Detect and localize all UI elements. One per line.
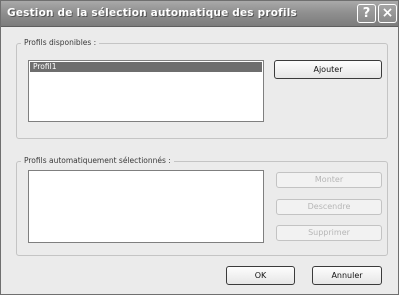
move-up-button[interactable]: Monter — [276, 172, 382, 188]
move-up-label: Monter — [314, 175, 344, 184]
auto-selected-profiles-label: Profils automatiquement sélectionnés : — [21, 156, 174, 165]
delete-label: Supprimer — [308, 228, 350, 237]
window-title: Gestion de la sélection automatique des … — [7, 7, 297, 19]
cancel-button[interactable]: Annuler — [312, 266, 382, 285]
help-icon: ? — [362, 6, 371, 21]
add-button-label: Ajouter — [313, 65, 343, 74]
ok-button[interactable]: OK — [226, 266, 295, 285]
title-bar[interactable]: Gestion de la sélection automatique des … — [1, 1, 398, 27]
close-button[interactable]: × — [378, 4, 397, 23]
auto-selected-profiles-list[interactable] — [28, 170, 264, 243]
list-item[interactable]: Profil1 — [30, 62, 262, 72]
help-button[interactable]: ? — [357, 4, 376, 23]
add-button[interactable]: Ajouter — [274, 60, 382, 79]
available-profiles-list[interactable]: Profil1 — [28, 60, 264, 122]
close-icon: × — [381, 5, 394, 21]
move-down-button[interactable]: Descendre — [276, 199, 382, 215]
dialog-window: Gestion de la sélection automatique des … — [0, 0, 399, 295]
delete-button[interactable]: Supprimer — [276, 225, 382, 241]
cancel-label: Annuler — [331, 271, 363, 280]
available-profiles-label: Profils disponibles : — [21, 38, 100, 47]
ok-label: OK — [254, 271, 267, 280]
move-down-label: Descendre — [307, 202, 351, 211]
